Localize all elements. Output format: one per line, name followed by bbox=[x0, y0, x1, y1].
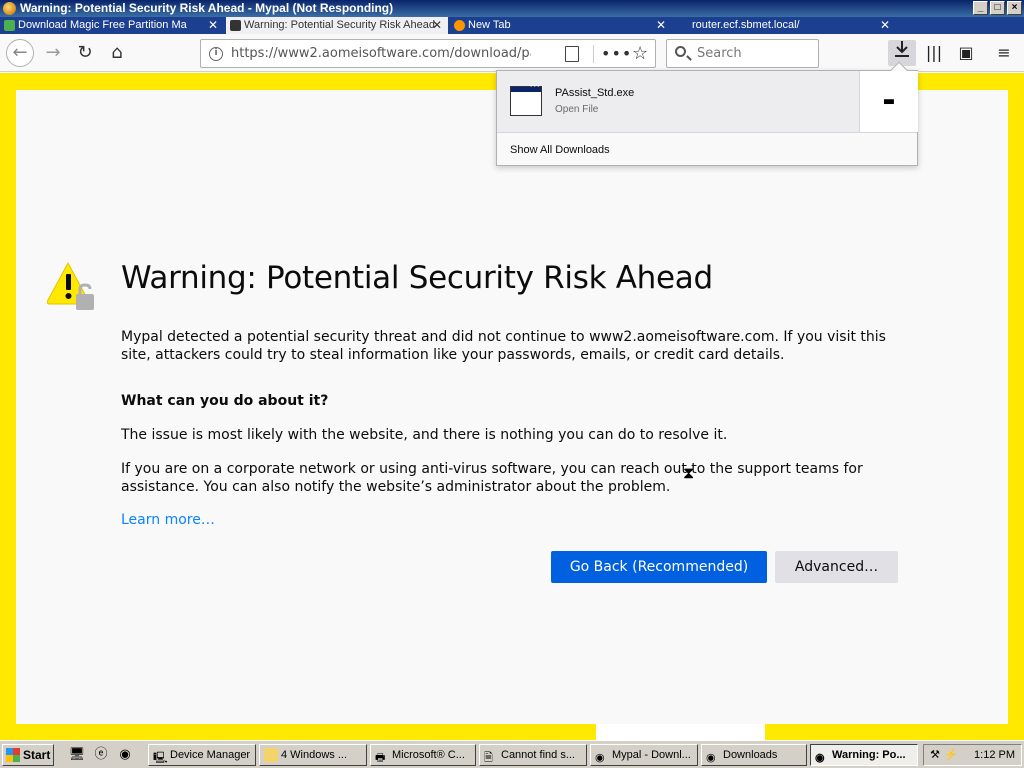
warning-favicon-icon bbox=[230, 20, 241, 31]
device-manager-icon: 🖳 bbox=[153, 752, 168, 764]
home-button[interactable]: ⌂ bbox=[104, 40, 130, 66]
window-title: Warning: Potential Security Risk Ahead -… bbox=[20, 1, 394, 15]
bookmark-star-icon[interactable]: ☆ bbox=[632, 40, 648, 67]
minimize-button[interactable]: _ bbox=[973, 1, 988, 15]
advanced-button[interactable]: Advanced… bbox=[775, 551, 898, 583]
download-status: Open File bbox=[555, 104, 599, 115]
task-label: Downloads bbox=[723, 749, 778, 761]
search-icon bbox=[675, 46, 686, 57]
forward-button[interactable]: → bbox=[40, 40, 66, 66]
tab-strip: Download Magic Free Partition Ma ✕ Warni… bbox=[0, 17, 1024, 34]
clock[interactable]: 1:12 PM bbox=[974, 745, 1015, 765]
tab-close-icon[interactable]: ✕ bbox=[432, 17, 442, 34]
show-desktop-icon[interactable]: 🖥 bbox=[68, 746, 86, 764]
tab-router[interactable]: router.ecf.sbmet.local/ ✕ bbox=[674, 17, 896, 34]
tab-new-tab[interactable]: New Tab ✕ bbox=[450, 17, 672, 34]
task-warning[interactable]: ◉ Warning: Po... bbox=[810, 744, 918, 766]
status-strip bbox=[596, 724, 765, 740]
download-item[interactable]: PAssist_Std.exe Open File bbox=[497, 71, 859, 132]
corporate-network-text: If you are on a corporate network or usi… bbox=[121, 461, 863, 495]
tray-network-icon[interactable]: ⚡ bbox=[944, 748, 958, 762]
task-mypal-download[interactable]: ◉ Mypal - Downl... bbox=[590, 744, 698, 766]
task-label: Device Manager bbox=[170, 749, 251, 761]
url-text[interactable]: https://www2.aomeisoftware.com/download/… bbox=[231, 40, 531, 67]
exe-file-icon bbox=[510, 83, 542, 116]
tab-close-icon[interactable]: ✕ bbox=[208, 17, 218, 34]
learn-more-link[interactable]: Learn more… bbox=[121, 512, 215, 528]
internet-explorer-icon[interactable]: ⓔ bbox=[92, 746, 110, 764]
back-button[interactable]: ← bbox=[6, 39, 34, 67]
tray-tools-icon[interactable]: ⚒ bbox=[928, 748, 942, 762]
tab-security-warning[interactable]: Warning: Potential Security Risk Ahead ✕ bbox=[226, 17, 448, 34]
taskbar: Start 🖥 ⓔ ◉ 🖳 Device Manager 4 Windows .… bbox=[0, 740, 1024, 768]
sidebar-icon: ▣ bbox=[958, 43, 974, 62]
maximize-button[interactable]: □ bbox=[990, 1, 1005, 15]
navigation-toolbar: ← → ↻ ⌂ i https://www2.aomeisoftware.com… bbox=[0, 34, 1024, 72]
show-all-downloads-button[interactable]: Show All Downloads bbox=[497, 132, 917, 166]
url-bar[interactable]: i https://www2.aomeisoftware.com/downloa… bbox=[200, 39, 656, 68]
page-viewport: Warning: Potential Security Risk Ahead M… bbox=[0, 73, 1024, 740]
download-file-name: PAssist_Std.exe bbox=[555, 87, 635, 99]
tab-label: router.ecf.sbmet.local/ bbox=[692, 19, 800, 31]
mypal-icon: ◉ bbox=[706, 752, 716, 764]
start-label: Start bbox=[23, 748, 51, 762]
search-input[interactable]: Search bbox=[666, 39, 819, 68]
tab-label: Warning: Potential Security Risk Ahead bbox=[244, 19, 435, 31]
error-title: Warning: Potential Security Risk Ahead bbox=[121, 260, 713, 296]
start-button[interactable]: Start bbox=[2, 744, 54, 766]
tab-download-magic[interactable]: Download Magic Free Partition Ma ✕ bbox=[0, 17, 224, 34]
tab-label: New Tab bbox=[468, 19, 511, 31]
library-button[interactable]: ||| bbox=[920, 40, 948, 66]
open-containing-folder-button[interactable]: ▬ bbox=[859, 71, 918, 132]
error-page-card: Warning: Potential Security Risk Ahead M… bbox=[16, 90, 1008, 724]
task-label: 4 Windows ... bbox=[281, 749, 348, 761]
hamburger-menu-icon: ≡ bbox=[997, 43, 1011, 62]
page-actions-icon[interactable]: ••• bbox=[601, 40, 632, 67]
task-label: Microsoft® C... bbox=[392, 749, 465, 761]
close-window-button[interactable]: × bbox=[1007, 1, 1022, 15]
go-back-button[interactable]: Go Back (Recommended) bbox=[551, 551, 767, 583]
task-device-manager[interactable]: 🖳 Device Manager bbox=[148, 744, 256, 766]
mypal-icon: ◉ bbox=[595, 752, 605, 764]
task-label: Mypal - Downl... bbox=[612, 749, 691, 761]
menu-button[interactable]: ≡ bbox=[990, 40, 1018, 66]
tab-favicon-icon bbox=[4, 20, 15, 31]
urlbar-separator bbox=[593, 45, 594, 63]
task-label: Cannot find s... bbox=[501, 749, 575, 761]
tab-close-icon[interactable]: ✕ bbox=[880, 17, 890, 34]
task-downloads[interactable]: ◉ Downloads bbox=[701, 744, 807, 766]
search-placeholder: Search bbox=[697, 46, 742, 61]
task-label: Warning: Po... bbox=[832, 749, 906, 761]
hourglass-cursor-icon: ⧗ bbox=[683, 463, 695, 482]
mypal-quicklaunch-icon[interactable]: ◉ bbox=[116, 746, 134, 764]
task-microsoft[interactable]: 🖶 Microsoft® C... bbox=[370, 744, 476, 766]
reader-view-icon[interactable] bbox=[565, 46, 579, 62]
error-intro-text: Mypal detected a potential security thre… bbox=[121, 329, 886, 363]
tab-close-icon[interactable]: ✕ bbox=[656, 17, 666, 34]
window-controls: _ □ × bbox=[973, 1, 1022, 15]
downloads-panel: PAssist_Std.exe Open File ▬ Show All Dow… bbox=[496, 61, 918, 166]
site-info-icon[interactable]: i bbox=[209, 47, 223, 61]
sidebar-button[interactable]: ▣ bbox=[952, 40, 980, 66]
issue-explanation-text: The issue is most likely with the websit… bbox=[121, 427, 728, 443]
tab-favicon-icon bbox=[454, 20, 465, 31]
warning-lock-icon bbox=[46, 261, 94, 310]
windows-logo-icon bbox=[6, 748, 20, 762]
document-icon: 🗎 bbox=[484, 752, 493, 764]
system-tray: ⚒ ⚡ 1:12 PM bbox=[923, 744, 1022, 766]
printer-icon: 🖶 bbox=[375, 752, 386, 764]
folder-icon bbox=[264, 748, 278, 762]
reload-button[interactable]: ↻ bbox=[72, 40, 98, 66]
mypal-app-icon bbox=[3, 2, 16, 15]
folder-icon: ▬ bbox=[882, 94, 896, 109]
mypal-icon: ◉ bbox=[815, 752, 825, 764]
downloads-button[interactable] bbox=[888, 40, 916, 66]
tab-label: Download Magic Free Partition Ma bbox=[18, 19, 187, 31]
task-cannot-find[interactable]: 🗎 Cannot find s... bbox=[479, 744, 587, 766]
download-arrow-icon bbox=[895, 41, 909, 57]
library-icon: ||| bbox=[925, 43, 943, 62]
task-windows-explorer[interactable]: 4 Windows ... bbox=[259, 744, 367, 766]
what-can-you-do-heading: What can you do about it? bbox=[121, 393, 329, 409]
window-titlebar: Warning: Potential Security Risk Ahead -… bbox=[0, 0, 1024, 17]
